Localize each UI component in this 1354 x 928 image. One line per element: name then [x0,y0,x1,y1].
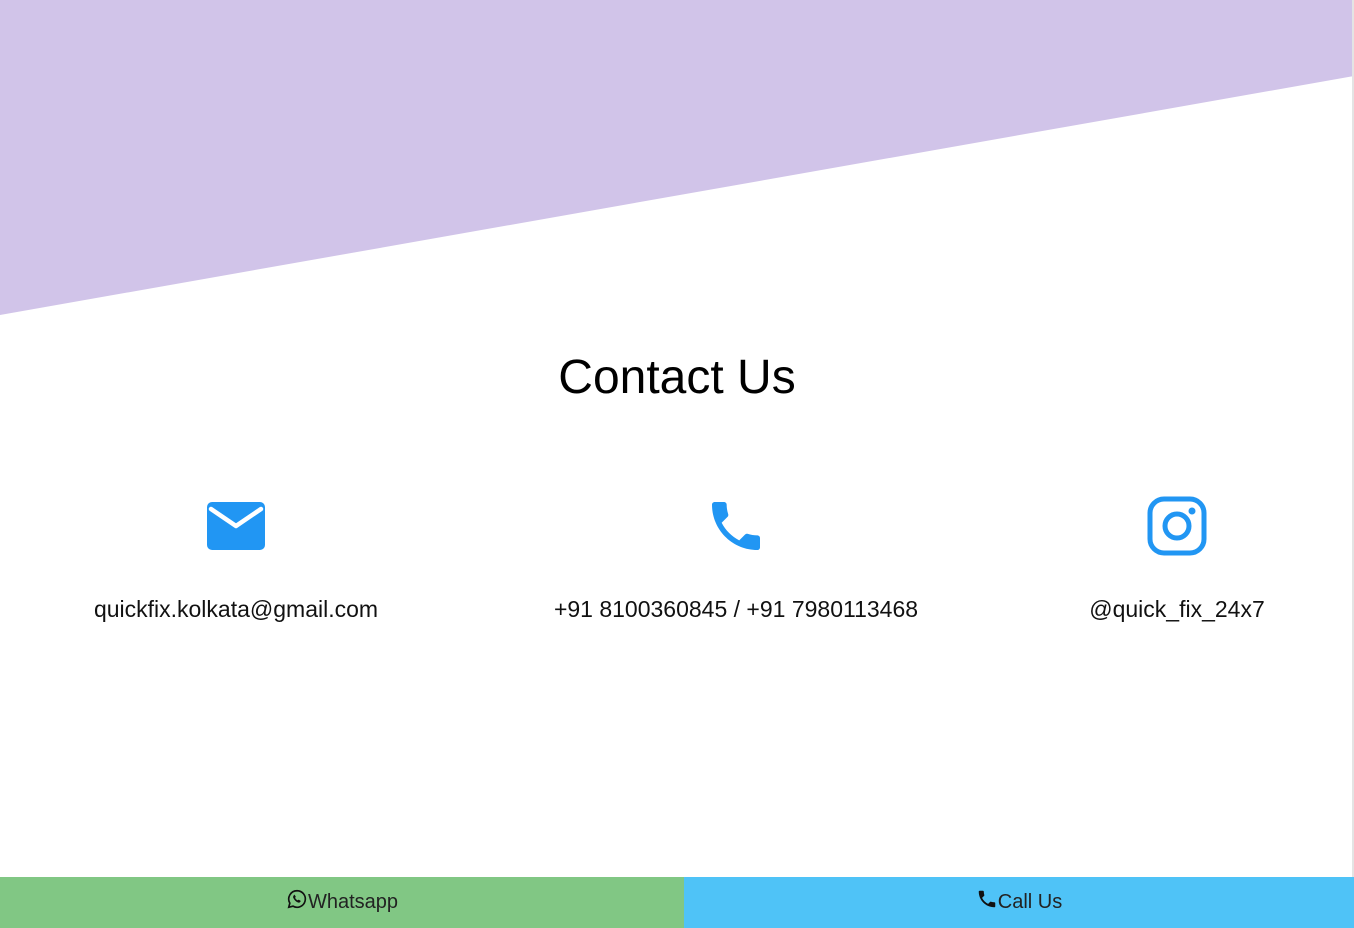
phone-icon [978,890,996,907]
contact-phone[interactable]: +91 8100360845 / +91 7980113468 [516,494,956,624]
whatsapp-label: Whatsapp [307,891,399,913]
hero-background-shape [0,0,1354,315]
call-us-button[interactable]: Call Us [684,877,1354,928]
contact-email[interactable]: quickfix.kolkata@gmail.com [16,494,456,624]
whatsapp-icon [287,889,307,908]
email-text[interactable]: quickfix.kolkata@gmail.com [16,594,456,624]
phone-icon [712,502,760,550]
mail-icon [207,502,265,550]
instagram-icon [1147,496,1207,556]
whatsapp-button[interactable]: Whatsapp [0,877,684,928]
contact-page: Contact Us quickfix.kolkata@gmail.com +9… [0,0,1354,928]
call-us-label: Call Us [997,891,1063,913]
page-title: Contact Us [558,351,796,404]
bottom-action-bar: Whatsapp Call Us [0,877,1354,928]
phone-text[interactable]: +91 8100360845 / +91 7980113468 [516,594,956,624]
instagram-handle[interactable]: @quick_fix_24x7 [957,594,1354,624]
contact-instagram[interactable]: @quick_fix_24x7 [957,494,1354,624]
